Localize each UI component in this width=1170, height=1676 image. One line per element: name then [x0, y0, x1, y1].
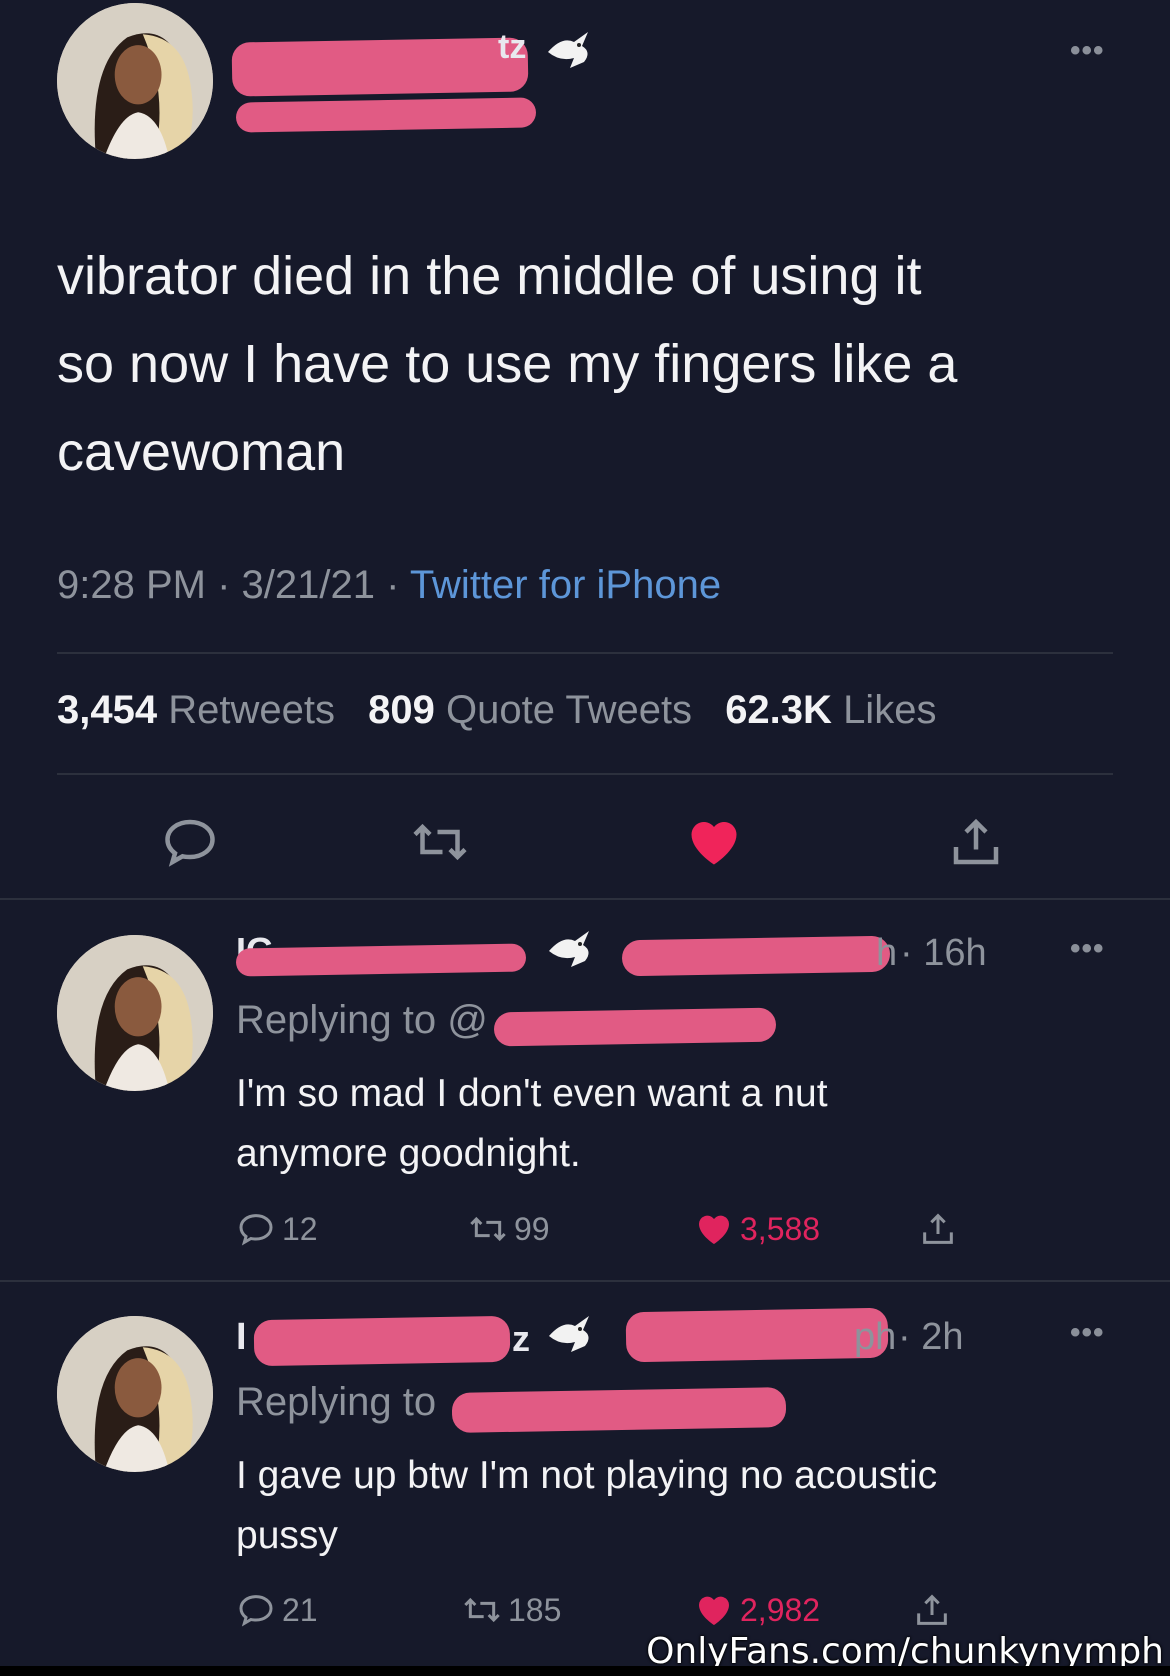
profile-photo [57, 1316, 213, 1472]
redacted-display-name [253, 1315, 511, 1367]
bottom-edge [0, 1666, 1170, 1676]
reply-handle-end: h [876, 932, 898, 974]
more-options-button[interactable]: ••• [1070, 34, 1105, 68]
divider [0, 898, 1170, 900]
reply-handle-end: ph [854, 1316, 897, 1358]
like-count[interactable]: 2,982 [694, 1590, 820, 1630]
like-count[interactable]: 3,588 [694, 1209, 820, 1249]
meta-separator: · [205, 563, 242, 607]
engagement-stats: 3,454 Retweets 809 Quote Tweets 62.3K Li… [57, 688, 958, 733]
redacted-display-name [235, 943, 527, 977]
profile-photo [57, 3, 213, 159]
reply-avatar[interactable] [57, 935, 213, 1091]
redacted-handle [235, 97, 537, 133]
share-icon[interactable] [946, 812, 1006, 872]
tweet-text: vibrator died in the middle of using it … [57, 246, 958, 482]
tweet-date: 3/21/21 [241, 563, 375, 607]
redacted-handle [621, 935, 891, 977]
divider [57, 773, 1113, 775]
replying-to-label: Replying to [236, 1380, 437, 1424]
liked-heart-icon [699, 1596, 729, 1625]
tweet-source-link[interactable]: Twitter for iPhone [410, 563, 721, 607]
retweets-stat[interactable]: 3,454 Retweets [57, 688, 335, 732]
dove-emoji-icon [545, 1312, 595, 1358]
redacted-display-name [231, 37, 529, 97]
liked-heart-icon[interactable] [684, 812, 744, 872]
retweet-count[interactable]: 99 [468, 1209, 550, 1249]
redacted-mention[interactable] [493, 1007, 777, 1047]
retweet-icon[interactable] [410, 812, 470, 872]
tweet-time: 9:28 PM [57, 563, 206, 607]
reply-name-tail: z [512, 1318, 530, 1359]
redacted-handle [625, 1307, 889, 1363]
share-button[interactable] [918, 1209, 964, 1249]
reply-icon[interactable] [160, 812, 220, 872]
profile-photo [57, 935, 213, 1091]
reply-icon [239, 1595, 273, 1627]
dove-emoji-icon [544, 28, 594, 74]
divider [0, 1280, 1170, 1282]
retweet-icon [464, 1597, 500, 1623]
reply-text: I'm so mad I don't even want a nut anymo… [236, 1072, 828, 1175]
share-icon [923, 1213, 953, 1244]
reply-timestamp: · 2h [898, 1316, 964, 1358]
author-avatar[interactable] [57, 3, 213, 159]
meta-separator: · [374, 563, 410, 607]
replying-to-label: Replying to @ [236, 998, 488, 1042]
tweet-meta: 9:28 PM · 3/21/21 · Twitter for iPhone [57, 563, 721, 608]
more-options-button[interactable]: ••• [1070, 932, 1105, 966]
redacted-mention[interactable] [451, 1387, 787, 1433]
more-options-button[interactable]: ••• [1070, 1316, 1105, 1350]
likes-stat[interactable]: 62.3K Likes [725, 688, 936, 732]
quote-tweets-stat[interactable]: 809 Quote Tweets [368, 688, 692, 732]
reply-avatar[interactable] [57, 1316, 213, 1472]
display-name-fragment: tz [498, 28, 527, 66]
reply-timestamp: · 16h [900, 932, 987, 974]
reply-count[interactable]: 12 [236, 1209, 318, 1249]
reply-count[interactable]: 21 [236, 1590, 318, 1630]
retweet-icon [470, 1216, 506, 1242]
retweet-count[interactable]: 185 [462, 1590, 561, 1630]
liked-heart-icon [699, 1215, 729, 1244]
share-icon [917, 1594, 947, 1625]
dove-emoji-icon [545, 927, 595, 973]
divider [57, 652, 1113, 654]
share-button[interactable] [912, 1590, 958, 1630]
reply-icon [239, 1214, 273, 1246]
reply-text: I gave up btw I'm not playing no acousti… [236, 1454, 938, 1557]
reply-name-fragment: I [236, 1316, 247, 1358]
